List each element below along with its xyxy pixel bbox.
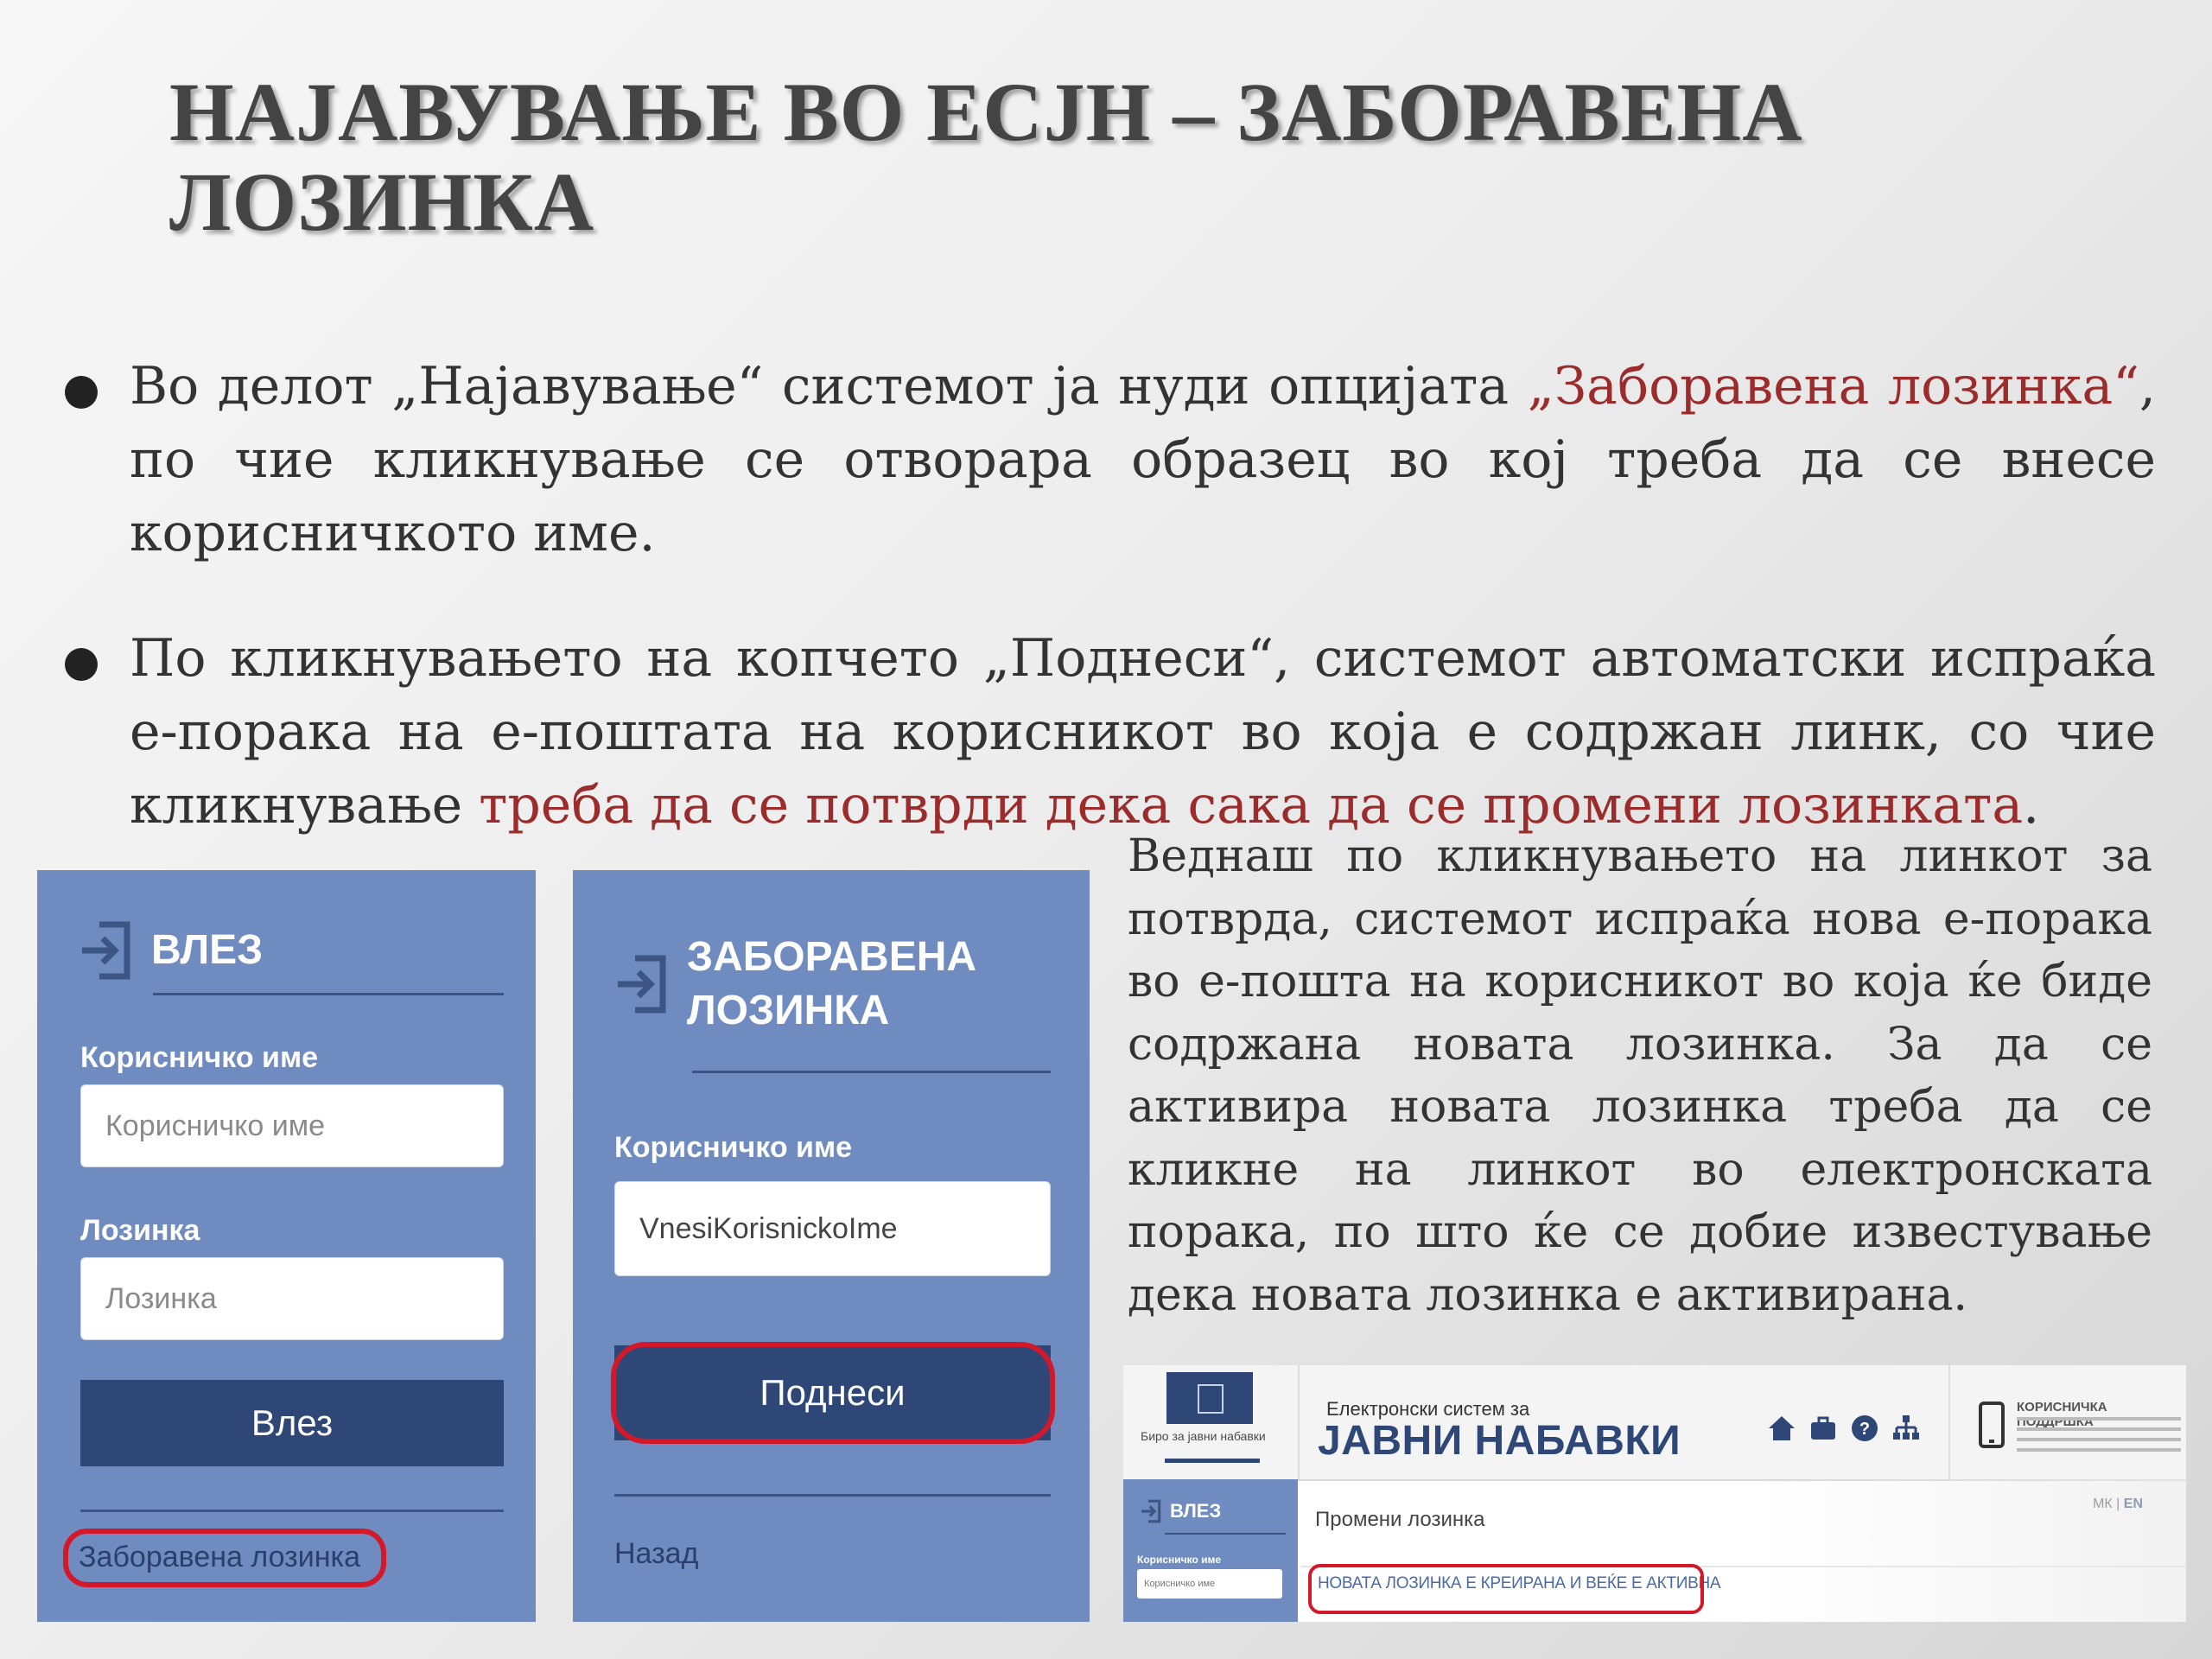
support-line (2017, 1417, 2181, 1421)
support-line (2017, 1448, 2181, 1452)
forgot-title-line: ЛОЗИНКА (687, 988, 890, 1033)
portal-fade-overlay (1754, 1479, 2186, 1622)
submit-button[interactable]: Поднеси (614, 1345, 1051, 1440)
login-title: ВЛЕЗ (151, 927, 264, 973)
password-label: Лозинка (80, 1214, 200, 1247)
forgot-title-line: ЗАБОРАВЕНА (687, 934, 977, 980)
bullet-list: Во делот „Најавување“ системот ја нуди о… (65, 298, 2156, 877)
logo-caption: Биро за јавни набавки (1141, 1429, 1266, 1443)
phone-icon (1979, 1402, 2005, 1448)
slide-title: НАЈАВУВАЊЕ ВО ЕСЈН – ЗАБОРАВЕНА ЛОЗИНКА (169, 66, 1803, 248)
portal-login-divider (1165, 1533, 1286, 1535)
header-divider (1948, 1365, 1950, 1479)
support-line (2017, 1427, 2181, 1431)
bullet-submit-email: По кликнувањето на копчето „Поднеси“, си… (65, 622, 2156, 842)
portal-login-title: ВЛЕЗ (1170, 1500, 1222, 1522)
portal-screenshot: Биро за јавни набавки Електронски систем… (1123, 1365, 2186, 1622)
forgot-title: ЗАБОРАВЕНА ЛОЗИНКА (687, 931, 976, 1038)
portal-username-label: Корисничко име (1137, 1554, 1222, 1566)
portal-enter-icon (1141, 1499, 1161, 1523)
portal-title: ЈАВНИ НАБАВКИ (1318, 1418, 1681, 1464)
forgot-divider (692, 1071, 1051, 1073)
login-enter-icon (82, 921, 130, 980)
portal-header: Биро за јавни набавки Електронски систем… (1123, 1365, 2186, 1481)
sitemap-icon[interactable] (1891, 1414, 1921, 1443)
confirmation-description: Веднаш по кликнувањето на линкот за потв… (1128, 830, 2152, 1321)
briefcase-icon[interactable] (1808, 1414, 1838, 1443)
home-icon[interactable] (1767, 1414, 1796, 1443)
bureau-logo (1166, 1372, 1253, 1424)
header-divider (1298, 1365, 1300, 1479)
forgot-username-label: Корисничко име (614, 1131, 853, 1164)
forgot-header: ЗАБОРАВЕНА ЛОЗИНКА (616, 931, 976, 1038)
forgot-enter-icon (618, 955, 666, 1014)
back-link[interactable]: Назад (614, 1537, 698, 1571)
bullet-dot-icon (65, 376, 98, 409)
forgot-password-link[interactable]: Заборавена лозинка (79, 1541, 360, 1574)
login-submit-button[interactable]: Влез (80, 1380, 504, 1466)
username-label: Корисничко име (80, 1041, 319, 1074)
forgot-footer-divider (614, 1494, 1051, 1497)
portal-username-input[interactable] (1137, 1569, 1282, 1599)
bullet-text: Во делот „Најавување“ системот ја нуди о… (130, 356, 1528, 416)
login-divider (153, 993, 504, 995)
bullet-highlight: „Заборавена лозинка“ (1527, 356, 2139, 416)
change-password-label: Промени лозинка (1315, 1508, 1485, 1531)
support-line (2017, 1438, 2181, 1441)
portal-nav-icons: ? (1767, 1414, 1921, 1443)
login-header: ВЛЕЗ (80, 918, 263, 983)
bullet-forgot-option: Во делот „Најавување“ системот ја нуди о… (65, 350, 2156, 570)
password-input[interactable] (80, 1257, 504, 1340)
bullet-dot-icon (65, 648, 98, 681)
portal-login-header: ВЛЕЗ (1141, 1498, 1221, 1524)
username-input[interactable] (80, 1084, 504, 1167)
logo-emblem-icon (1198, 1384, 1224, 1414)
support-contact-lines (2017, 1417, 2181, 1459)
login-footer-divider (80, 1510, 504, 1512)
forgot-password-panel: ЗАБОРАВЕНА ЛОЗИНКА Корисничко име Поднес… (573, 870, 1090, 1622)
portal-login-sidebar: ВЛЕЗ Корисничко име (1123, 1479, 1298, 1622)
logo-underline (1165, 1459, 1260, 1463)
forgot-username-input[interactable] (614, 1181, 1051, 1276)
help-icon[interactable]: ? (1850, 1414, 1879, 1443)
svg-text:?: ? (1859, 1420, 1870, 1439)
login-panel: ВЛЕЗ Корисничко име Лозинка Влез Заборав… (37, 870, 536, 1622)
success-message: НОВАТА ЛОЗИНКА Е КРЕИРАНА И ВЕЌЕ Е АКТИВ… (1318, 1574, 1721, 1592)
